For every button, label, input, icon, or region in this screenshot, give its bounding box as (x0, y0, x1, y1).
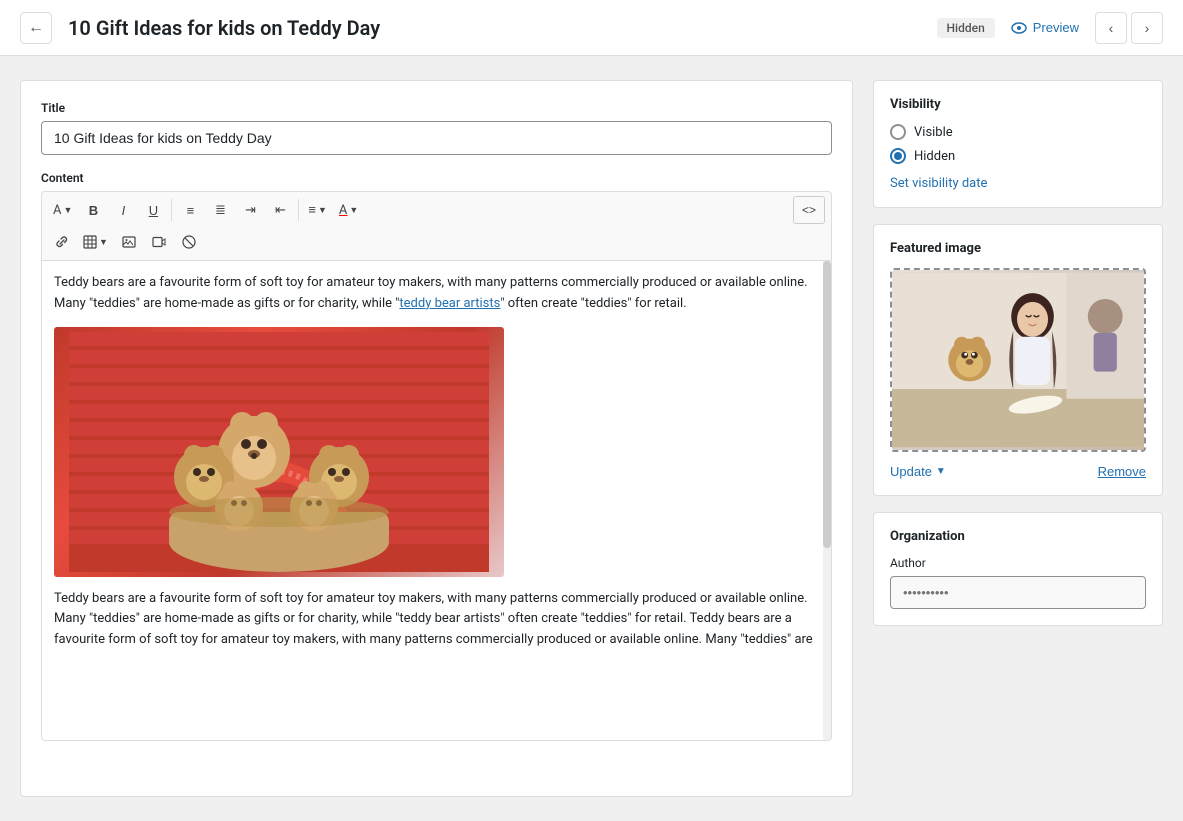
image-actions: Update ▼ Remove (890, 464, 1146, 479)
font-caret-icon: ▼ (63, 205, 72, 216)
organization-title: Organization (890, 529, 1146, 544)
remove-button[interactable]: Remove (1098, 464, 1146, 479)
radio-dot (894, 152, 902, 160)
status-badge: Hidden (937, 18, 995, 38)
preview-button[interactable]: Preview (1011, 20, 1079, 36)
eye-icon (1011, 20, 1027, 36)
prev-button[interactable]: ‹ (1095, 12, 1127, 44)
visibility-panel: Visibility Visible Hidden Set visibility… (873, 80, 1163, 208)
unordered-list-button[interactable]: ≡ (176, 196, 204, 224)
color-caret-icon: ▼ (349, 205, 358, 216)
content-paragraph-1: Teddy bears are a favourite form of soft… (54, 273, 819, 315)
editor-scrollbar[interactable] (823, 261, 831, 740)
editor-toolbar: A ▼ B I U ≡ ≣ ⇥ ⇤ ≡ ▼ A (41, 191, 832, 261)
set-visibility-link[interactable]: Set visibility date (890, 176, 987, 191)
editor-panel: Title Content A ▼ B I U ≡ ≣ ⇥ ⇤ (20, 80, 853, 797)
content-paragraph-2: Teddy bears are a favourite form of soft… (54, 589, 819, 651)
main-content: Title Content A ▼ B I U ≡ ≣ ⇥ ⇤ (0, 56, 1183, 821)
color-icon: A (339, 203, 347, 218)
nav-buttons: ‹ › (1095, 12, 1163, 44)
source-button[interactable]: <> (793, 196, 825, 224)
next-button[interactable]: › (1131, 12, 1163, 44)
visibility-options: Visible Hidden (890, 124, 1146, 164)
font-dropdown[interactable]: A ▼ (48, 196, 77, 224)
teddy-artists-link[interactable]: teddy bear artists (399, 296, 500, 311)
block-button[interactable] (175, 228, 203, 256)
color-dropdown[interactable]: A ▼ (334, 196, 363, 224)
visible-option[interactable]: Visible (890, 124, 1146, 140)
align-caret-icon: ▼ (318, 205, 327, 216)
scrollbar-thumb[interactable] (823, 261, 831, 548)
content-label: Content (41, 171, 832, 185)
editor-image-container (54, 327, 819, 577)
image-button[interactable] (115, 228, 143, 256)
align-dropdown[interactable]: ≡ ▼ (303, 196, 332, 224)
title-label: Title (41, 101, 832, 115)
teddy-image-bg (54, 327, 504, 577)
underline-button[interactable]: U (139, 196, 167, 224)
toolbar-sep-1 (171, 199, 172, 221)
table-icon (83, 235, 97, 249)
bold-button[interactable]: B (79, 196, 107, 224)
author-input[interactable] (890, 576, 1146, 609)
title-input[interactable] (41, 121, 832, 155)
hidden-option[interactable]: Hidden (890, 148, 1146, 164)
featured-image-svg (892, 270, 1144, 450)
featured-image-preview (892, 270, 1144, 450)
indent-button[interactable]: ⇥ (236, 196, 264, 224)
link-button[interactable] (48, 228, 76, 256)
visible-label: Visible (914, 125, 953, 140)
editor-content[interactable]: Teddy bears are a favourite form of soft… (41, 261, 832, 741)
table-dropdown[interactable]: ▼ (78, 228, 113, 256)
featured-image-title: Featured image (890, 241, 1146, 256)
visibility-panel-title: Visibility (890, 97, 1146, 112)
video-icon (152, 235, 166, 249)
italic-button[interactable]: I (109, 196, 137, 224)
font-icon: A (53, 203, 61, 218)
block-icon (182, 235, 196, 249)
organization-panel: Organization Author (873, 512, 1163, 626)
editor-image (54, 327, 504, 577)
hidden-radio[interactable] (890, 148, 906, 164)
ordered-list-button[interactable]: ≣ (206, 196, 234, 224)
top-bar: ← 10 Gift Ideas for kids on Teddy Day Hi… (0, 0, 1183, 56)
teddy-basket-svg (69, 332, 489, 572)
featured-image-box[interactable] (890, 268, 1146, 452)
video-button[interactable] (145, 228, 173, 256)
page-title: 10 Gift Ideas for kids on Teddy Day (68, 16, 921, 40)
outdent-button[interactable]: ⇤ (266, 196, 294, 224)
update-button[interactable]: Update ▼ (890, 464, 946, 479)
toolbar-sep-2 (298, 199, 299, 221)
visible-radio[interactable] (890, 124, 906, 140)
link-icon (55, 235, 69, 249)
update-caret-icon: ▼ (936, 466, 946, 477)
table-caret-icon: ▼ (99, 237, 108, 248)
author-label: Author (890, 556, 1146, 570)
back-button[interactable]: ← (20, 12, 52, 44)
hidden-label: Hidden (914, 149, 955, 164)
align-icon: ≡ (308, 202, 316, 218)
featured-image-panel: Featured image (873, 224, 1163, 496)
sidebar: Visibility Visible Hidden Set visibility… (873, 80, 1163, 797)
image-icon (122, 235, 136, 249)
